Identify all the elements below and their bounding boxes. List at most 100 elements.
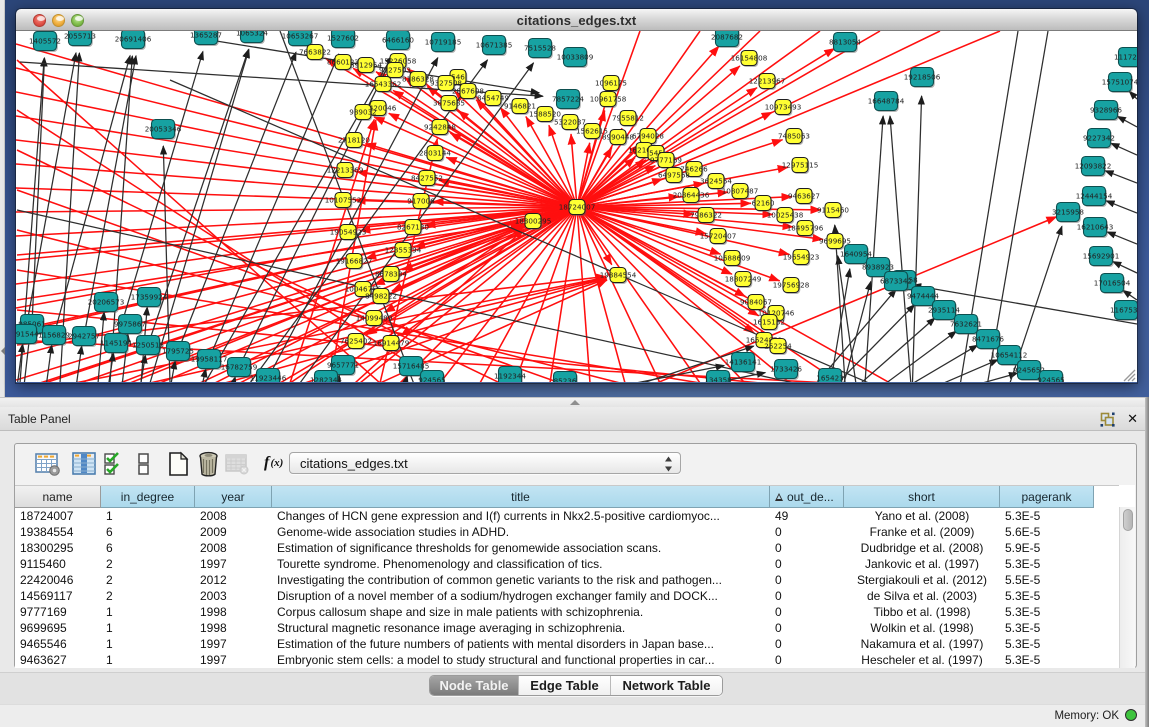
graph-node[interactable]: 1145194 [100,334,132,355]
table-row[interactable]: 946554611997Estimation of the future num… [15,636,1120,652]
graph-node[interactable]: 20691406 [115,31,152,50]
graph-node[interactable]: 12213369 [327,163,364,180]
table-row[interactable]: 1830029562008Estimation of significance … [15,540,1120,556]
red-edge[interactable] [450,133,577,207]
graph-node[interactable]: 1167533 [1110,301,1137,322]
graph-node[interactable]: 7515528 [524,39,556,60]
graph-node[interactable]: 7955812 [612,111,644,128]
function-builder-icon[interactable]: f(x) [263,451,287,473]
graph-node[interactable]: 1096175 [595,76,627,93]
graph-node[interactable]: 10107552 [325,193,362,210]
graph-node[interactable]: 16543362 [365,77,402,94]
graph-node[interactable]: 16210643 [1077,218,1114,239]
tab-network-table[interactable]: Network Table [611,676,722,695]
graph-node[interactable]: 8912954 [350,58,382,75]
table-row[interactable]: 1938455462009Genome-wide association stu… [15,524,1120,540]
graph-node[interactable]: 9115460 [817,203,849,220]
graph-node[interactable]: 10719185 [425,33,462,54]
graph-node[interactable]: 252254 [764,339,792,356]
graph-node[interactable]: 8498222 [365,289,397,306]
graph-node[interactable]: 1405572 [29,32,61,53]
graph-node[interactable]: 9975867 [114,315,146,336]
show-columns-icon[interactable] [71,451,97,477]
new-column-icon[interactable] [166,451,190,477]
graph-node[interactable]: 134358 [704,371,732,383]
graph-node[interactable]: 2087682 [711,31,743,48]
column-header-title[interactable]: title [272,486,770,508]
graph-node[interactable]: 18495796 [787,221,824,238]
graph-node[interactable]: 7485063 [778,129,810,146]
graph-node[interactable]: 7625402 [340,334,372,351]
black-edge[interactable] [45,345,52,382]
graph-node[interactable]: 991544 [16,325,39,346]
table-row[interactable]: 2242004622012Investigating the contribut… [15,572,1120,588]
network-graph-canvas[interactable]: 1405572205571320691406136528710653241065… [16,31,1137,382]
graph-node[interactable]: 165423 [816,369,843,383]
column-header-pagerank[interactable]: pagerank [1000,486,1094,508]
red-edge[interactable] [16,116,577,207]
graph-node[interactable]: 19054923 [330,225,367,242]
graph-node[interactable]: 12093822 [1075,157,1112,178]
graph-node[interactable]: 19654923 [783,250,820,267]
black-edge[interactable] [1113,262,1137,273]
graph-node[interactable]: 3875685 [433,96,465,113]
scrollbar-thumb[interactable] [1123,509,1133,531]
graph-node[interactable]: 9328966 [1090,101,1122,122]
expand-panel-arrow-icon[interactable] [1,347,5,355]
graph-node[interactable]: 8813054 [829,33,861,54]
red-edge[interactable] [16,207,577,356]
column-header-in_degree[interactable]: in_degree [101,486,195,508]
graph-node[interactable]: 1156829 [38,326,70,347]
table-row[interactable]: 969969511998Structural magnetic resonanc… [15,620,1120,636]
graph-node[interactable]: 12444154 [1076,187,1113,208]
graph-node[interactable]: 18807249 [725,272,762,289]
graph-node[interactable]: 2055713 [64,31,96,47]
column-header-short[interactable]: short [844,486,1000,508]
graph-node[interactable]: 1365287 [190,31,222,46]
graph-node[interactable]: 2942757 [68,327,100,348]
black-edge[interactable] [844,318,935,382]
black-edge[interactable] [890,116,912,382]
window-titlebar[interactable]: citations_edges.txt [16,9,1137,31]
graph-node[interactable]: 15751074 [1102,73,1137,94]
graph-node[interactable]: 9227342 [1083,129,1115,150]
graph-node[interactable]: 85236 [554,372,578,383]
black-edge[interactable] [1123,290,1137,300]
graph-node[interactable]: 10688609 [714,251,751,268]
graph-node[interactable]: 7857224 [552,90,584,111]
graph-node[interactable]: 10671385 [476,36,513,57]
graph-node[interactable]: 1250515 [132,336,164,357]
black-edge[interactable] [909,360,998,382]
table-row[interactable]: 977716911998Corpus callosum shape and si… [15,604,1120,620]
graph-node[interactable]: 1117253 [1114,48,1137,69]
table-row[interactable]: 1872400712008Changes of HCN gene express… [15,508,1120,524]
memory-ok-indicator[interactable] [1125,709,1137,721]
graph-node[interactable]: 10961758 [590,92,627,109]
black-edge[interactable] [107,353,114,382]
tab-node-table[interactable]: Node Table [430,676,519,695]
graph-node[interactable]: 15692901 [1083,247,1120,268]
graph-node[interactable]: 10033809 [557,48,594,69]
graph-node[interactable]: 16154808 [731,51,768,68]
graph-node[interactable]: 1527602 [327,31,359,49]
graph-node[interactable]: 1192344 [494,367,526,383]
graph-node[interactable]: 8990448 [602,130,634,147]
black-edge[interactable] [1111,143,1137,155]
table-row[interactable]: 946362711997Embryonic stem cells: a mode… [15,652,1120,668]
graph-node[interactable]: 989032 [349,105,376,122]
red-edge[interactable] [16,44,577,207]
black-edge[interactable] [912,96,922,382]
graph-node[interactable]: 20053346 [145,120,182,141]
graph-node[interactable]: 17016504 [1094,274,1131,295]
graph-node[interactable]: 6497568 [658,168,690,185]
graph-node[interactable]: 16648784 [868,92,905,113]
graph-node[interactable]: 8267130 [397,220,429,237]
graph-node[interactable]: 9463627 [788,189,820,206]
table-settings-icon[interactable] [35,451,61,477]
graph-node[interactable]: 3215958 [1052,203,1084,224]
select-all-icon[interactable] [103,451,127,477]
graph-node[interactable]: 924565 [418,371,445,383]
graph-node[interactable]: 1733426 [770,360,802,381]
network-view-window[interactable]: citations_edges.txt 14055722055713 206914… [16,9,1137,383]
tab-edge-table[interactable]: Edge Table [519,676,611,695]
